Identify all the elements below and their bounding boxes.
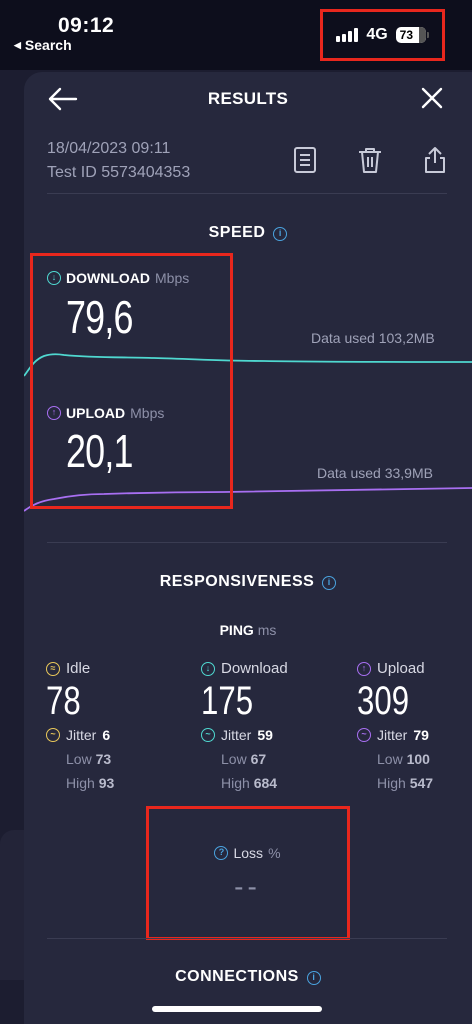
jitter-icon: ~ [357,728,371,742]
help-icon[interactable]: ? [214,846,229,860]
test-id: Test ID 5573404353 [47,164,191,181]
signal-icon [336,28,359,42]
test-datetime: 18/04/2023 09:11 [47,140,171,157]
close-icon[interactable] [420,86,444,110]
idle-high-value: 93 [98,775,115,791]
responsiveness-info-icon[interactable]: i [322,576,337,590]
upload-ping-value: 309 [357,679,410,723]
test-meta: 18/04/2023 09:11 Test ID 5573404353 [47,137,190,185]
upload-arrow-icon: ↑ [357,661,371,676]
clock: 09:12 [58,14,115,37]
home-indicator[interactable] [152,1006,322,1012]
download-ping-value: 175 [201,679,254,723]
status-bar: 09:12 ◀ Search 4G 73 [0,0,472,70]
results-sheet: RESULTS 18/04/2023 09:11 Test ID 5573404… [24,72,472,1024]
speed-title: SPEED [208,224,266,241]
battery-level: 73 [399,28,414,42]
connections-title: CONNECTIONS [175,968,299,985]
battery-icon: 73 [395,27,429,43]
share-icon[interactable] [422,146,448,174]
speed-divider [47,542,447,543]
upload-high-value: 547 [409,775,434,791]
high-label: High [377,775,406,791]
speed-info-icon[interactable]: i [273,227,288,241]
download-high-value: 684 [253,775,278,791]
upload-ping-label: Upload [377,660,425,677]
back-triangle-icon: ◀ [14,39,21,50]
loss-label: ? Loss % [149,845,346,861]
ping-column-idle: ≈ Idle 78 ~ Jitter 6 Low 73 High 93 [46,660,176,791]
jitter-label: Jitter [221,727,252,743]
status-indicators: 4G 73 [320,9,445,61]
download-ping-label: Download [221,660,288,677]
page-title: RESULTS [207,89,289,108]
download-arrow-icon: ↓ [201,661,215,676]
ping-title: PING [219,622,254,638]
idle-label: Idle [66,660,91,677]
upload-jitter-value: 79 [413,727,429,743]
background-card-edge [0,830,24,980]
ping-label: PING ms [24,622,472,638]
loss-value: -- [234,871,261,902]
document-icon[interactable] [292,146,318,174]
loss-highlight-box: ? Loss % -- [146,806,350,940]
back-to-app-link[interactable]: ◀ Search [14,37,72,53]
speed-highlight-box [30,253,233,509]
jitter-label: Jitter [66,727,97,743]
responsiveness-divider [47,938,447,939]
back-app-label: Search [24,37,72,53]
low-label: Low [66,751,92,767]
trash-icon[interactable] [357,146,383,174]
connections-section-title: CONNECTIONS i [24,968,472,986]
loss-unit: % [268,845,281,861]
high-label: High [66,775,95,791]
download-low-value: 67 [250,751,267,767]
ping-unit: ms [257,622,277,638]
download-jitter-value: 59 [257,727,273,743]
jitter-icon: ~ [201,728,215,742]
responsiveness-section-title: RESPONSIVENESS i [24,573,472,591]
low-label: Low [377,751,403,767]
loss-title: Loss [233,845,264,861]
ping-column-upload: ↑ Upload 309 ~ Jitter 79 Low 100 High 547 [357,660,472,791]
ping-column-download: ↓ Download 175 ~ Jitter 59 Low 67 High 684 [201,660,331,791]
idle-icon: ≈ [46,661,60,676]
upload-low-value: 100 [406,751,430,767]
low-label: Low [221,751,247,767]
connections-info-icon[interactable]: i [306,971,321,985]
idle-ping-value: 78 [46,679,81,723]
high-label: High [221,775,250,791]
network-type: 4G [366,26,388,43]
jitter-icon: ~ [46,728,60,742]
speed-section-title: SPEED i [24,224,472,242]
idle-low-value: 73 [95,751,112,767]
jitter-label: Jitter [377,727,408,743]
idle-jitter-value: 6 [102,727,111,743]
meta-divider [47,193,447,194]
responsiveness-title: RESPONSIVENESS [159,573,315,590]
